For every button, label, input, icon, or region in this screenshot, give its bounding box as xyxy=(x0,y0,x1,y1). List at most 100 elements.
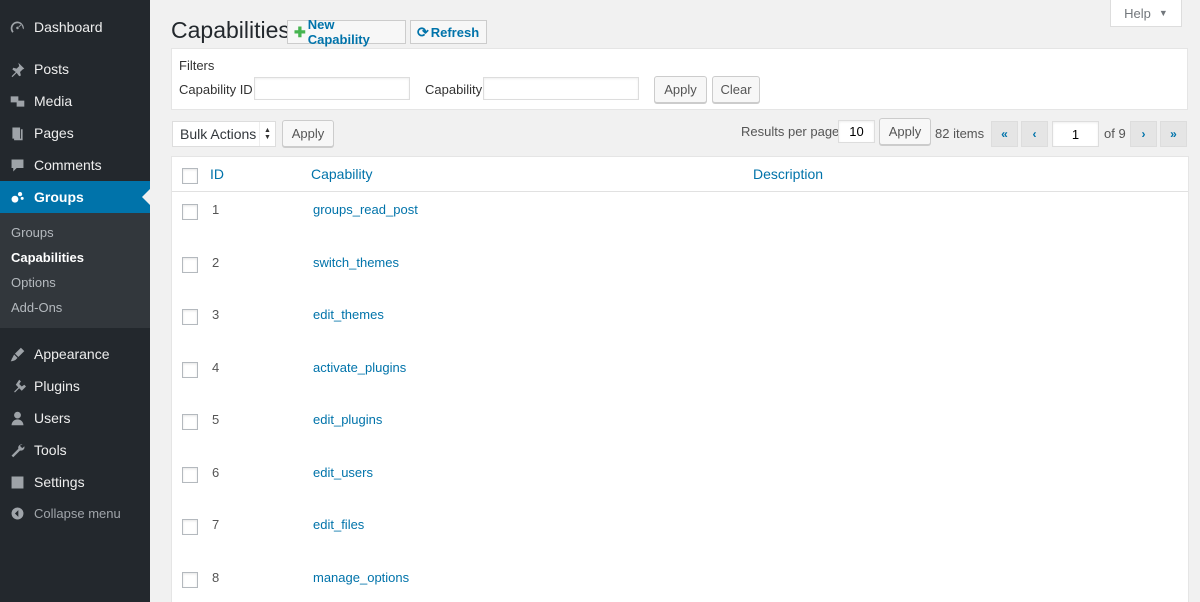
row-id: 4 xyxy=(212,360,220,375)
items-count: 82 items xyxy=(935,126,985,141)
submenu-item-add-ons[interactable]: Add-Ons xyxy=(11,300,62,315)
sidebar-item-label: Tools xyxy=(34,442,67,458)
row-id: 2 xyxy=(212,255,220,270)
column-header-id[interactable]: ID xyxy=(210,166,224,182)
sidebar-item-comments[interactable]: Comments xyxy=(0,149,150,181)
sidebar-item-label: Plugins xyxy=(34,378,80,394)
table-row: 5 edit_plugins xyxy=(172,402,1188,454)
collapse-menu-button[interactable]: Collapse menu xyxy=(0,497,150,529)
next-page-button[interactable]: › xyxy=(1130,121,1157,147)
sidebar-item-label: Appearance xyxy=(34,346,110,362)
row-id: 7 xyxy=(212,517,220,532)
row-id: 5 xyxy=(212,412,220,427)
row-checkbox[interactable] xyxy=(182,467,198,483)
last-page-button[interactable]: » xyxy=(1160,121,1187,147)
capability-id-label: Capability ID xyxy=(179,82,253,97)
results-per-page-input[interactable] xyxy=(838,120,875,143)
sidebar-item-users[interactable]: Users xyxy=(0,402,150,434)
capability-input[interactable] xyxy=(483,77,639,100)
settings-icon xyxy=(0,474,34,491)
row-capability-link[interactable]: edit_users xyxy=(313,465,373,480)
sidebar-item-media[interactable]: Media xyxy=(0,85,150,117)
select-arrows-icon: ▲ ▼ xyxy=(259,122,275,146)
row-checkbox[interactable] xyxy=(182,309,198,325)
row-capability-link[interactable]: edit_themes xyxy=(313,307,384,322)
page-title: Capabilities xyxy=(171,17,290,43)
column-header-description[interactable]: Description xyxy=(753,166,823,182)
filter-clear-button[interactable]: Clear xyxy=(712,76,760,103)
row-checkbox[interactable] xyxy=(182,362,198,378)
total-pages: of 9 xyxy=(1104,126,1126,141)
table-row: 7 edit_files xyxy=(172,507,1188,559)
column-header-capability[interactable]: Capability xyxy=(311,166,372,182)
submenu-item-options[interactable]: Options xyxy=(11,275,56,290)
sidebar-item-label: Users xyxy=(34,410,71,426)
table-row: 6 edit_users xyxy=(172,455,1188,507)
new-capability-label: New Capability xyxy=(307,17,370,47)
row-checkbox[interactable] xyxy=(182,204,198,220)
wrench-icon xyxy=(0,442,34,459)
row-id: 1 xyxy=(212,202,220,217)
refresh-icon: ⟳ xyxy=(417,23,429,40)
row-checkbox[interactable] xyxy=(182,257,198,273)
row-capability-link[interactable]: manage_options xyxy=(313,570,409,585)
table-row: 8 manage_options xyxy=(172,560,1188,602)
sidebar-item-posts[interactable]: Posts xyxy=(0,53,150,85)
help-button[interactable]: Help ▼ xyxy=(1110,0,1182,27)
first-page-button[interactable]: « xyxy=(991,121,1018,147)
plus-icon: ✚ xyxy=(294,23,306,40)
sidebar-item-label: Groups xyxy=(34,189,84,205)
sidebar-item-label: Media xyxy=(34,93,73,109)
sidebar-item-pages[interactable]: Pages xyxy=(0,117,150,149)
filters-panel: Filters Capability ID Capability Apply C… xyxy=(171,48,1188,110)
sidebar-item-dashboard[interactable]: Dashboard xyxy=(0,11,150,43)
new-capability-button[interactable]: ✚ New Capability xyxy=(287,17,406,47)
filters-heading: Filters xyxy=(179,58,215,73)
submenu-item-capabilities[interactable]: Capabilities xyxy=(11,250,84,265)
pin-icon xyxy=(0,61,34,78)
sidebar-item-label: Pages xyxy=(34,125,74,141)
submenu-item-groups[interactable]: Groups xyxy=(11,225,54,240)
row-capability-link[interactable]: edit_plugins xyxy=(313,412,382,427)
refresh-label: Refresh xyxy=(430,24,480,40)
select-all-checkbox[interactable] xyxy=(182,168,198,184)
help-label: Help xyxy=(1124,5,1151,21)
row-checkbox[interactable] xyxy=(182,519,198,535)
row-checkbox[interactable] xyxy=(182,572,198,588)
row-capability-link[interactable]: edit_files xyxy=(313,517,364,532)
groups-icon xyxy=(0,189,34,206)
bulk-apply-button[interactable]: Apply xyxy=(282,120,334,147)
capability-id-input[interactable] xyxy=(254,77,410,100)
comment-icon xyxy=(0,157,34,174)
row-checkbox[interactable] xyxy=(182,414,198,430)
user-icon xyxy=(0,410,34,427)
sidebar-item-groups[interactable]: Groups xyxy=(0,181,150,213)
row-capability-link[interactable]: groups_read_post xyxy=(313,202,418,217)
collapse-label: Collapse menu xyxy=(34,505,121,521)
sidebar-item-label: Comments xyxy=(34,157,102,173)
row-capability-link[interactable]: switch_themes xyxy=(313,255,399,270)
filter-apply-button[interactable]: Apply xyxy=(654,76,707,103)
sidebar-item-label: Settings xyxy=(34,474,85,490)
brush-icon xyxy=(0,346,34,363)
table-row: 1 groups_read_post xyxy=(172,192,1188,244)
table-header: ID Capability Description xyxy=(172,157,1188,192)
prev-page-button[interactable]: ‹ xyxy=(1021,121,1048,147)
sidebar-item-tools[interactable]: Tools xyxy=(0,434,150,466)
row-capability-link[interactable]: activate_plugins xyxy=(313,360,406,375)
admin-sidebar: Dashboard Posts Media Pages Comments Gro… xyxy=(0,0,150,602)
sidebar-item-settings[interactable]: Settings xyxy=(0,466,150,498)
refresh-button[interactable]: ⟳ Refresh xyxy=(410,20,487,44)
caret-down-icon: ▼ xyxy=(1158,8,1168,18)
bulk-actions-select[interactable]: Bulk Actions ▲ ▼ xyxy=(172,121,276,147)
row-id: 3 xyxy=(212,307,220,322)
results-apply-button[interactable]: Apply xyxy=(879,118,931,145)
groups-submenu: Groups Capabilities Options Add-Ons xyxy=(0,213,150,328)
capability-label: Capability xyxy=(425,82,483,97)
table-row: 4 activate_plugins xyxy=(172,350,1188,402)
sidebar-item-appearance[interactable]: Appearance xyxy=(0,338,150,370)
results-per-page-label: Results per page xyxy=(741,124,840,139)
sidebar-item-plugins[interactable]: Plugins xyxy=(0,370,150,402)
sidebar-item-label: Posts xyxy=(34,61,70,77)
current-page-input[interactable] xyxy=(1052,121,1099,147)
